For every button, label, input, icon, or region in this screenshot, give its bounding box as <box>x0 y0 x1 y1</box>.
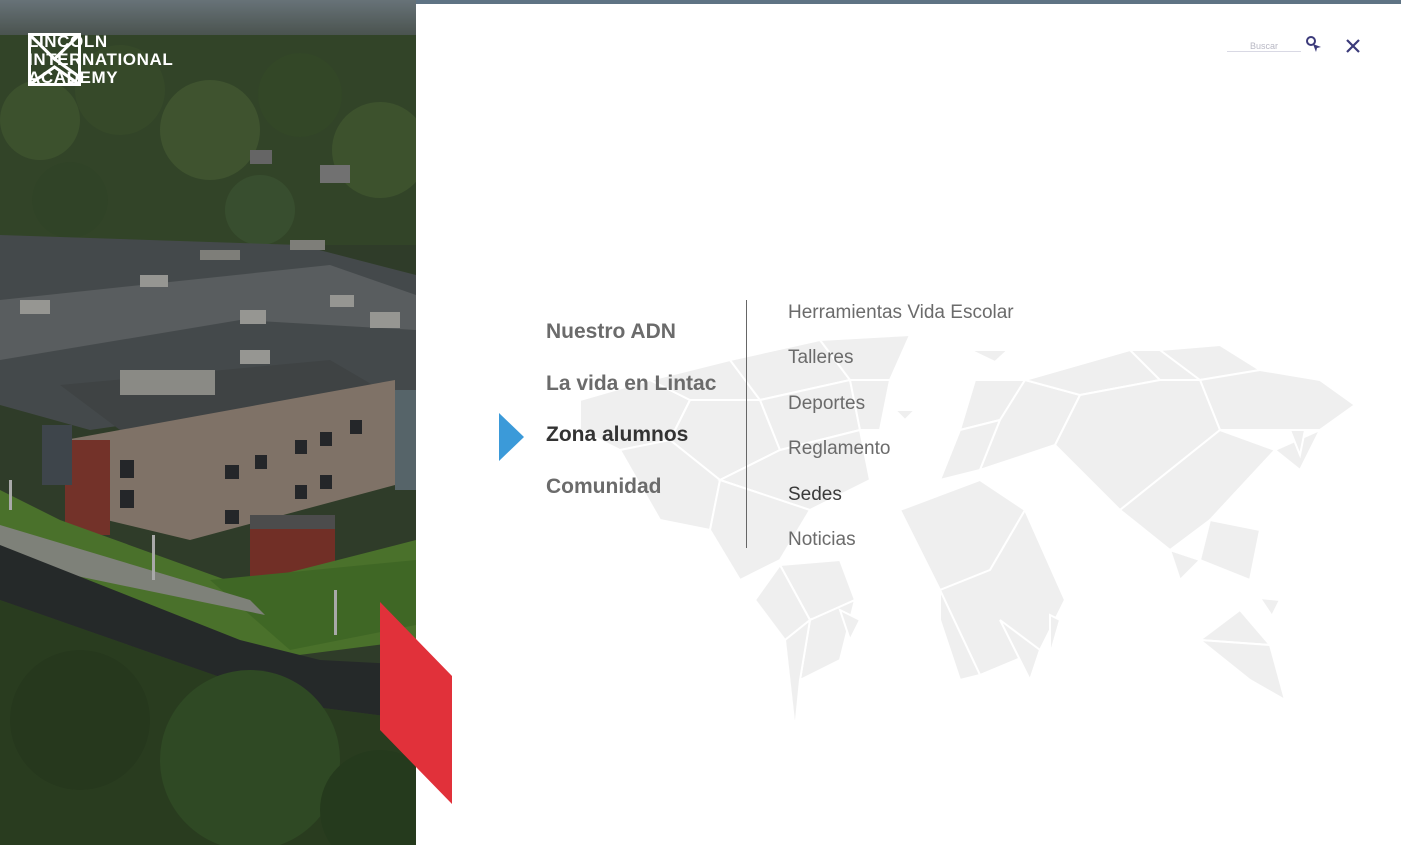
sub-item-deportes[interactable]: Deportes <box>788 391 1014 436</box>
sub-item-talleres[interactable]: Talleres <box>788 345 1014 390</box>
top-border <box>416 0 1401 4</box>
sub-navigation: Herramientas Vida Escolar Talleres Depor… <box>788 300 1014 572</box>
campus-aerial-image <box>0 0 416 845</box>
nav-item-zona-alumnos[interactable]: Zona alumnos <box>546 421 716 473</box>
search-icon[interactable] <box>1305 35 1325 55</box>
active-item-arrow-icon <box>499 413 524 461</box>
site-logo[interactable]: LINCOLN INTERNATIONAL ACADEMY <box>28 33 173 87</box>
close-icon[interactable] <box>1342 35 1364 57</box>
red-accent-shape <box>380 602 452 804</box>
nav-item-nuestro-adn[interactable]: Nuestro ADN <box>546 318 716 370</box>
search-input[interactable] <box>1227 38 1301 54</box>
menu-divider <box>746 300 747 548</box>
campus-photo: LINCOLN INTERNATIONAL ACADEMY <box>0 0 416 845</box>
main-navigation: Nuestro ADN La vida en Lintac Zona alumn… <box>546 318 716 524</box>
sub-item-herramientas-vida-escolar[interactable]: Herramientas Vida Escolar <box>788 300 1014 345</box>
nav-item-la-vida-en-lintac[interactable]: La vida en Lintac <box>546 370 716 422</box>
sub-item-reglamento[interactable]: Reglamento <box>788 436 1014 481</box>
sub-item-sedes[interactable]: Sedes <box>788 482 1014 527</box>
lincoln-logo-icon <box>28 33 81 86</box>
search-field[interactable] <box>1227 36 1301 54</box>
nav-item-comunidad[interactable]: Comunidad <box>546 473 716 525</box>
sub-item-noticias[interactable]: Noticias <box>788 527 1014 572</box>
